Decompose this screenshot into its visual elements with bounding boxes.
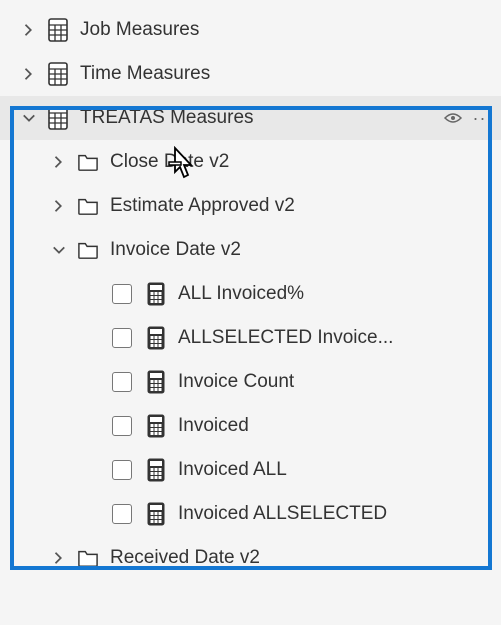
- field-checkbox[interactable]: [112, 460, 132, 480]
- folder-invoice-date-v2[interactable]: Invoice Date v2: [0, 228, 501, 272]
- folder-label: Estimate Approved v2: [110, 195, 493, 217]
- field-checkbox[interactable]: [112, 416, 132, 436]
- measure-invoiced[interactable]: Invoiced: [0, 404, 501, 448]
- more-options-icon[interactable]: ···: [473, 108, 493, 128]
- measure-icon: [144, 370, 168, 394]
- folder-label: Invoice Date v2: [110, 239, 493, 261]
- folder-icon: [76, 238, 100, 262]
- table-treatas-measures[interactable]: TREATAS Measures ···: [0, 96, 501, 140]
- measure-icon: [144, 282, 168, 306]
- folder-icon: [76, 150, 100, 174]
- measure-label: Invoiced ALLSELECTED: [178, 503, 493, 525]
- measure-label: ALLSELECTED Invoice...: [178, 327, 493, 349]
- measure-icon: [144, 414, 168, 438]
- table-label: Job Measures: [80, 19, 493, 41]
- folder-icon: [76, 194, 100, 218]
- table-job-measures[interactable]: Job Measures: [0, 8, 501, 52]
- folder-label: Close Date v2: [110, 151, 493, 173]
- visibility-icon[interactable]: [443, 108, 463, 128]
- measure-invoiced-allselected[interactable]: Invoiced ALLSELECTED: [0, 492, 501, 536]
- measure-invoiced-all[interactable]: Invoiced ALL: [0, 448, 501, 492]
- measure-label: Invoiced: [178, 415, 493, 437]
- chevron-right-icon[interactable]: [48, 547, 70, 569]
- table-label: TREATAS Measures: [80, 107, 443, 129]
- field-checkbox[interactable]: [112, 504, 132, 524]
- measure-label: Invoiced ALL: [178, 459, 493, 481]
- table-icon: [46, 106, 70, 130]
- folder-estimate-approved-v2[interactable]: Estimate Approved v2: [0, 184, 501, 228]
- chevron-right-icon[interactable]: [48, 195, 70, 217]
- measure-icon: [144, 458, 168, 482]
- chevron-right-icon[interactable]: [18, 19, 40, 41]
- measure-all-invoiced-pct[interactable]: ALL Invoiced%: [0, 272, 501, 316]
- folder-close-date-v2[interactable]: Close Date v2: [0, 140, 501, 184]
- measure-invoice-count[interactable]: Invoice Count: [0, 360, 501, 404]
- measure-icon: [144, 326, 168, 350]
- table-time-measures[interactable]: Time Measures: [0, 52, 501, 96]
- measure-label: Invoice Count: [178, 371, 493, 393]
- table-icon: [46, 62, 70, 86]
- chevron-down-icon[interactable]: [18, 107, 40, 129]
- folder-received-date-v2[interactable]: Received Date v2: [0, 536, 501, 580]
- measure-label: ALL Invoiced%: [178, 283, 493, 305]
- folder-label: Received Date v2: [110, 547, 493, 569]
- folder-icon: [76, 546, 100, 570]
- chevron-right-icon[interactable]: [18, 63, 40, 85]
- field-checkbox[interactable]: [112, 284, 132, 304]
- table-label: Time Measures: [80, 63, 493, 85]
- chevron-right-icon[interactable]: [48, 151, 70, 173]
- field-checkbox[interactable]: [112, 372, 132, 392]
- field-checkbox[interactable]: [112, 328, 132, 348]
- measure-allselected-invoice[interactable]: ALLSELECTED Invoice...: [0, 316, 501, 360]
- measure-icon: [144, 502, 168, 526]
- fields-tree: Job Measures Time Measures TREATAS Measu…: [0, 0, 501, 580]
- table-icon: [46, 18, 70, 42]
- chevron-down-icon[interactable]: [48, 239, 70, 261]
